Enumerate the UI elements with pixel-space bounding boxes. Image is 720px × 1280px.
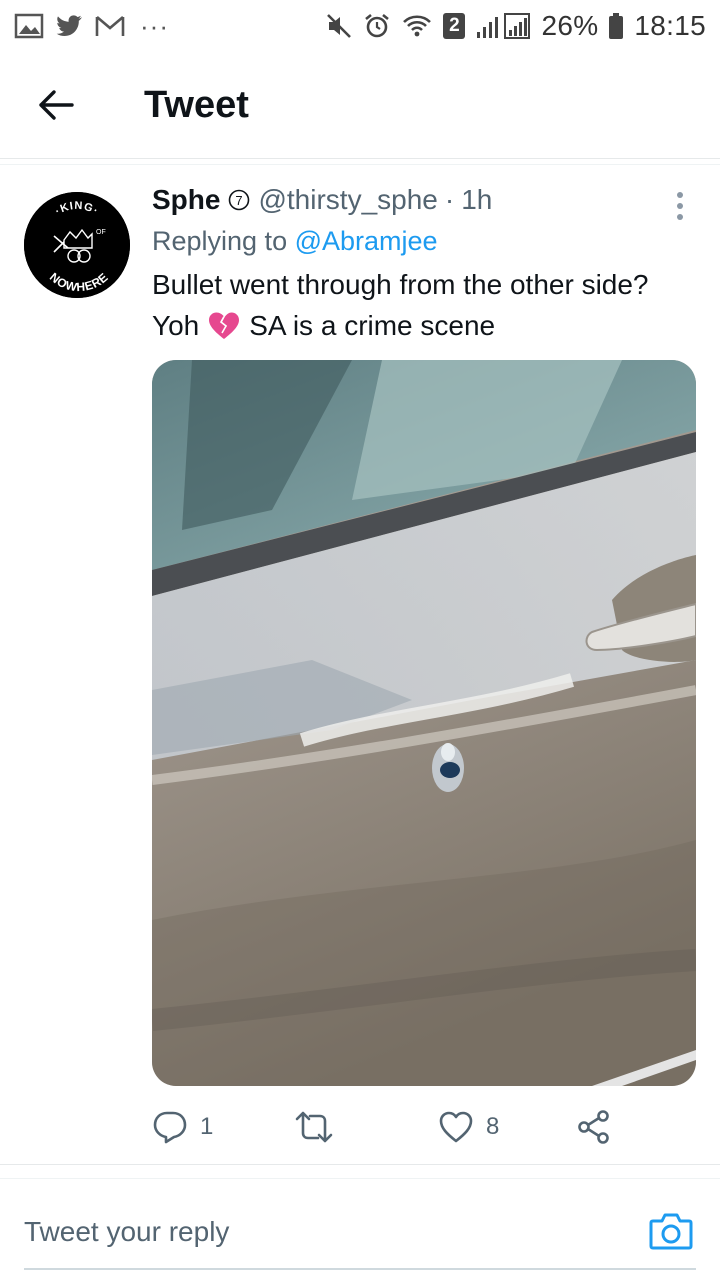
- reply-count: 1: [200, 1113, 214, 1140]
- twitter-bird-icon: [54, 13, 84, 39]
- app-header: Tweet: [0, 52, 720, 158]
- broken-heart-icon: [207, 311, 241, 352]
- tweet-divider-secondary: [0, 1178, 720, 1179]
- battery-percent: 26%: [541, 10, 599, 41]
- car-door-photo-icon: [152, 360, 696, 1086]
- tweet-text-line-1: Bullet went through from the other side?: [152, 269, 649, 300]
- tweet-time[interactable]: 1h: [461, 180, 492, 220]
- author-name[interactable]: Sphe: [152, 180, 220, 220]
- reply-button[interactable]: 1: [152, 1104, 213, 1150]
- reply-underline: [24, 1268, 696, 1270]
- replying-to-mention[interactable]: @Abramjee: [295, 226, 438, 256]
- alarm-icon: [363, 12, 391, 40]
- gmail-icon: [94, 13, 126, 39]
- numbered-badge-icon: 7: [228, 189, 250, 211]
- tweet-more-button[interactable]: [664, 186, 696, 226]
- tweet-body: Sphe 7 @thirsty_sphe · 1h Replying to @A…: [152, 180, 702, 352]
- tweet-header: Sphe 7 @thirsty_sphe · 1h: [152, 180, 702, 220]
- retweet-button[interactable]: [294, 1104, 346, 1150]
- avatar[interactable]: ·KING· OF NOWHERE: [24, 192, 130, 298]
- tweet-text-line-2-end: SA is a crime scene: [249, 310, 496, 341]
- reply-bar: [0, 1180, 720, 1280]
- header-divider-secondary: [0, 164, 720, 165]
- header-divider: [0, 158, 720, 159]
- mute-icon: [325, 12, 353, 40]
- like-button[interactable]: 8: [438, 1104, 499, 1150]
- signal-icon: [475, 12, 531, 40]
- retweet-icon: [295, 1111, 333, 1143]
- more-notifications-icon: ···: [140, 10, 169, 41]
- badge-number: 7: [236, 193, 243, 208]
- tweet-actions: 1 8: [152, 1104, 622, 1150]
- heart-icon: [439, 1111, 473, 1143]
- battery-icon: [608, 12, 624, 40]
- more-dot-icon: [677, 214, 683, 220]
- author-handle[interactable]: @thirsty_sphe: [258, 180, 437, 220]
- camera-button[interactable]: [648, 1208, 694, 1254]
- tweet-media-image[interactable]: [152, 360, 696, 1086]
- tweet-text: Bullet went through from the other side?…: [152, 264, 702, 352]
- back-arrow-icon: [39, 90, 74, 120]
- gallery-icon: [14, 13, 44, 39]
- more-dot-icon: [677, 203, 683, 209]
- status-bar-left: ···: [14, 11, 169, 42]
- status-bar: ··· 2 26% 18:15: [0, 0, 720, 52]
- clock: 18:15: [634, 10, 706, 41]
- replying-to: Replying to @Abramjee: [152, 220, 702, 262]
- like-count: 8: [486, 1113, 500, 1140]
- tweet-divider: [0, 1164, 720, 1165]
- status-bar-right: 2 26% 18:15: [325, 10, 706, 42]
- meta-separator: ·: [444, 184, 455, 215]
- page-title: Tweet: [144, 83, 249, 126]
- camera-icon: [649, 1213, 693, 1250]
- reply-icon: [153, 1111, 187, 1144]
- tweet-text-line-2-start: Yoh: [152, 310, 200, 341]
- share-icon: [578, 1110, 609, 1144]
- tweet[interactable]: ·KING· OF NOWHERE Sphe 7 @thirsty_sphe ·…: [0, 166, 720, 1166]
- wifi-icon: [401, 13, 433, 39]
- sim-badge: 2: [443, 13, 466, 39]
- reply-input[interactable]: [24, 1202, 614, 1262]
- back-button[interactable]: [26, 75, 86, 135]
- replying-prefix: Replying to: [152, 226, 288, 256]
- tweet-text-line-2: Yoh SA is a crime scene: [152, 305, 702, 352]
- avatar-of-text: OF: [96, 229, 106, 236]
- share-button[interactable]: [576, 1104, 612, 1150]
- more-dot-icon: [677, 192, 683, 198]
